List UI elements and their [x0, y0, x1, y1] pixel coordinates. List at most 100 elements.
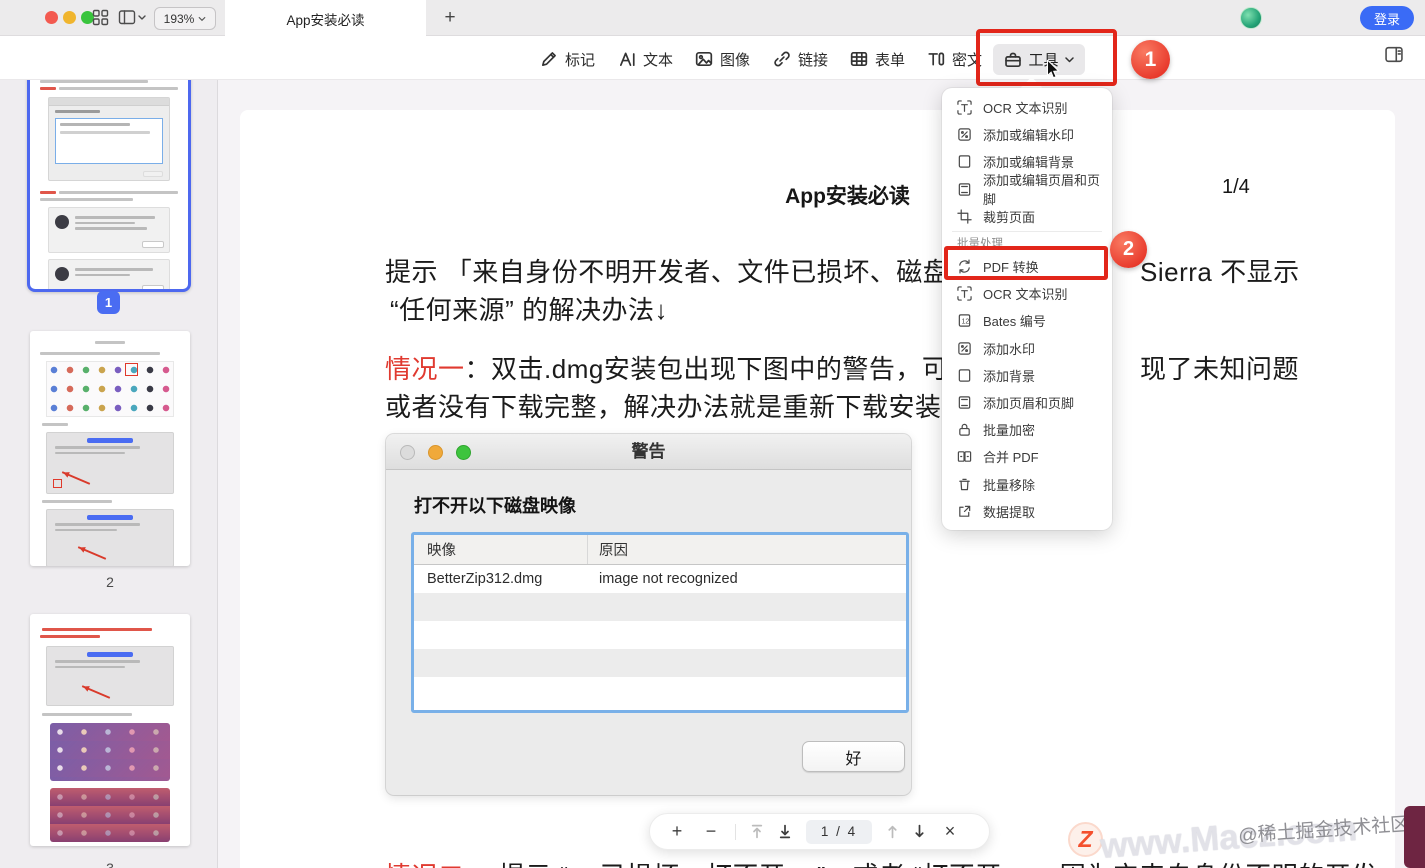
- dialog-zoom-light: [456, 445, 471, 460]
- dialog-minimize-light: [428, 445, 443, 460]
- next-page-button[interactable]: [913, 824, 926, 839]
- menu-item-ocr[interactable]: OCR 文本识别: [942, 94, 1112, 121]
- doc-case-label: 情况二: [385, 861, 465, 868]
- menu-item-bates-numbering[interactable]: 12 Bates 编号: [942, 307, 1112, 334]
- dialog-table: 映像 原因 BetterZip312.dmg image not recogni…: [411, 532, 909, 713]
- background-icon: [958, 155, 971, 169]
- menu-divider: [952, 230, 1102, 232]
- dialog-table-row: BetterZip312.dmg image not recognized: [414, 565, 906, 593]
- header-footer-icon: [958, 396, 971, 409]
- thumb-launchpad-sketch: [50, 788, 170, 842]
- dialog-table-empty-row: [414, 593, 906, 621]
- dialog-titlebar: 警告: [386, 434, 911, 470]
- login-button[interactable]: 登录: [1360, 6, 1414, 30]
- thumb-panel-sketch: [46, 646, 174, 706]
- doc-text-line: 情况一：双击.dmg安装包出现下图中的警告，可能是文: [385, 349, 1028, 386]
- right-panel-toggle-icon[interactable]: [1384, 46, 1404, 68]
- menu-item-label: OCR 文本识别: [983, 287, 1068, 303]
- toolbar-item-label: 标记: [565, 51, 596, 69]
- menu-item-data-extract[interactable]: 数据提取: [942, 498, 1112, 525]
- thumb-sketch: [42, 628, 152, 631]
- mouse-cursor: [1045, 58, 1061, 85]
- minimize-window-button[interactable]: [63, 11, 76, 24]
- page-indicator: 1/4: [1222, 176, 1250, 198]
- pen-icon: [541, 52, 556, 67]
- doc-text-line: 提示 「来自身份不明开发者、文件已损坏、磁盘无法挂: [385, 257, 1029, 287]
- annotation-box-2: [944, 246, 1108, 280]
- bates-icon: 12: [958, 314, 971, 328]
- cell-reason: image not recognized: [599, 571, 738, 587]
- toolbar-item-label: 图像: [720, 51, 751, 69]
- menu-item-label: 添加或编辑水印: [983, 128, 1075, 144]
- close-navigation-button[interactable]: ×: [940, 821, 960, 842]
- menu-item-add-background[interactable]: 添加背景: [942, 362, 1112, 389]
- page-number-input[interactable]: 1 / 4: [806, 819, 872, 844]
- menu-item-label: 添加或编辑背景: [983, 155, 1075, 171]
- page-thumbnail-3[interactable]: [30, 614, 190, 846]
- menu-item-label: 添加或编辑页眉和页脚: [983, 173, 1101, 208]
- menu-item-edit-header-footer[interactable]: 添加或编辑页眉和页脚: [942, 173, 1112, 207]
- first-page-button[interactable]: [750, 824, 764, 839]
- page-thumbnail-1[interactable]: [27, 46, 191, 292]
- thumb-sketch: [42, 423, 68, 426]
- thumb-sketch: [40, 352, 160, 355]
- toolbar-item-redact[interactable]: 密文: [927, 44, 982, 74]
- zoom-in-button[interactable]: +: [667, 821, 687, 842]
- toolbar-item-label: 链接: [798, 51, 829, 69]
- toolbar-item-markup[interactable]: 标记: [540, 44, 595, 74]
- previous-page-button[interactable]: [886, 824, 899, 839]
- menu-item-label: 数据提取: [983, 504, 1036, 520]
- link-icon: [774, 51, 790, 67]
- zoom-level-dropdown[interactable]: 193%: [154, 7, 216, 30]
- thumb-sketch: [95, 341, 125, 344]
- menu-item-ocr-2[interactable]: OCR 文本识别: [942, 280, 1112, 307]
- ocr-icon: [957, 286, 972, 301]
- redact-icon: [928, 52, 945, 66]
- column-header-reason: 原因: [599, 543, 628, 559]
- menu-item-label: Bates 编号: [983, 314, 1046, 330]
- toolbar-item-form[interactable]: 表单: [850, 44, 905, 74]
- toolbar-item-image[interactable]: 图像: [695, 44, 750, 74]
- thumb-appgrid-sketch: [46, 361, 174, 417]
- menu-item-label: 添加水印: [983, 341, 1036, 357]
- tab-app-install-guide[interactable]: App安装必读: [225, 0, 426, 37]
- account-avatar[interactable]: [1240, 7, 1262, 29]
- last-page-button[interactable]: [778, 824, 792, 839]
- divider: [735, 823, 736, 840]
- dialog-heading: 打不开以下磁盘映像: [414, 496, 576, 516]
- ocr-icon: [957, 100, 972, 115]
- column-header-image: 映像: [414, 535, 588, 564]
- watermark-icon: [958, 341, 971, 355]
- menu-item-add-header-footer[interactable]: 添加页眉和页脚: [942, 389, 1112, 416]
- menu-item-label: 批量移除: [983, 477, 1036, 493]
- thumbnail-sidebar: 1 2 3: [0, 37, 218, 868]
- menu-item-batch-encrypt[interactable]: 批量加密: [942, 416, 1112, 443]
- close-window-button[interactable]: [45, 11, 58, 24]
- menu-item-batch-remove[interactable]: 批量移除: [942, 470, 1112, 497]
- thumb-dialog-sketch: [48, 259, 170, 289]
- extract-icon: [959, 505, 971, 517]
- toolbar-item-text[interactable]: 文本: [618, 44, 673, 74]
- trash-icon: [959, 478, 970, 490]
- menu-item-label: 添加页眉和页脚: [983, 395, 1075, 411]
- zoom-out-button[interactable]: −: [701, 821, 721, 842]
- watermark-corner-graphic: [1404, 806, 1425, 868]
- menu-item-merge-pdf[interactable]: 合并 PDF: [942, 443, 1112, 470]
- thumb-panel-sketch: [46, 432, 174, 494]
- zoom-level-value: 193%: [163, 11, 195, 26]
- dialog-ok-button: 好: [802, 741, 905, 772]
- menu-item-edit-watermark[interactable]: 添加或编辑水印: [942, 121, 1112, 148]
- watermark-icon: [958, 128, 971, 142]
- form-grid-icon: [850, 51, 868, 67]
- grid-view-icon[interactable]: [92, 9, 109, 31]
- page-1-badge: 1: [97, 291, 120, 314]
- thumb-sketch: [40, 635, 100, 638]
- lock-icon: [959, 423, 970, 436]
- toolbar-item-link[interactable]: 链接: [773, 44, 828, 74]
- app-window: 193% App安装必读 + 登录 标记 文本 图像 链接 表单 密文 工具 1…: [0, 0, 1425, 868]
- menu-item-add-watermark[interactable]: 添加水印: [942, 335, 1112, 362]
- new-tab-button[interactable]: +: [437, 5, 463, 31]
- page-thumbnail-2[interactable]: [30, 331, 190, 566]
- titlebar: 193% App安装必读 + 登录: [0, 0, 1425, 37]
- sidebar-toggle-icon[interactable]: [118, 9, 146, 31]
